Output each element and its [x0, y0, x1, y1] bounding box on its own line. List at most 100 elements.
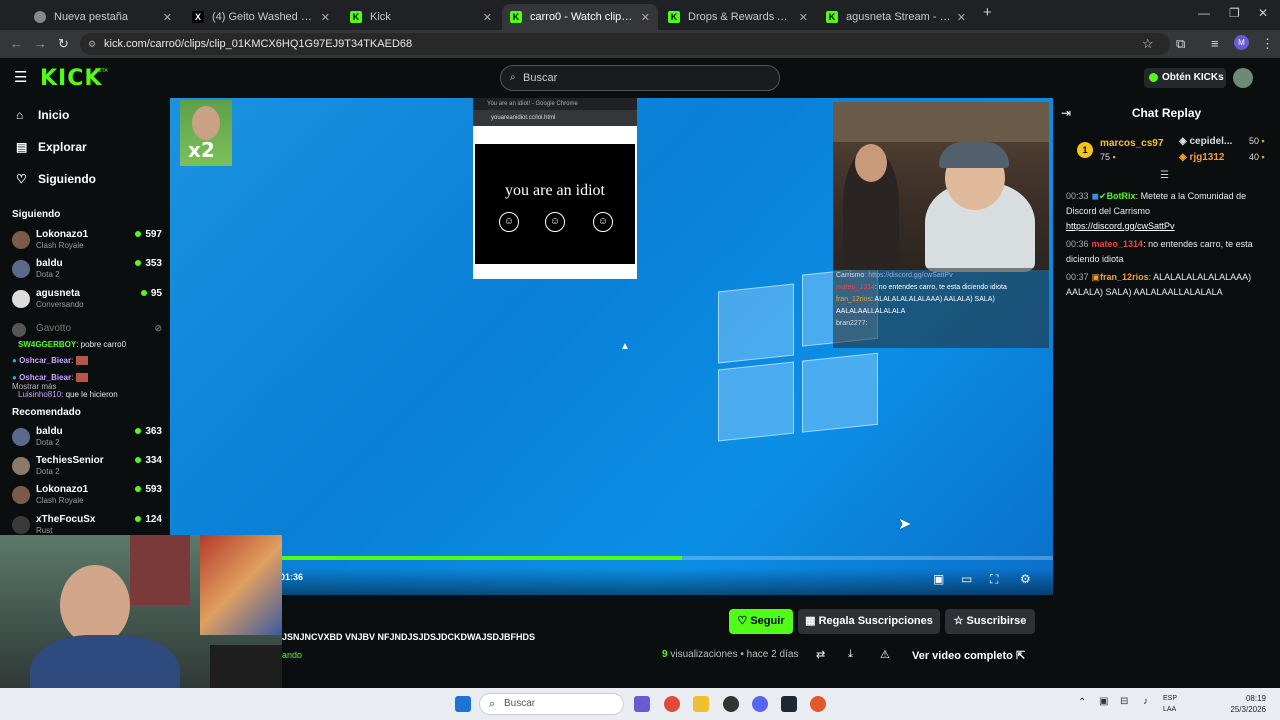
- streamer-webcam-small: x2: [180, 100, 232, 166]
- tab-agusneta[interactable]: K agusneta Stream - Watch Live on ✕: [818, 4, 974, 30]
- nav-inicio[interactable]: ⌂ Inicio: [16, 108, 69, 122]
- media-icon[interactable]: ≡: [1211, 36, 1219, 51]
- report-icon[interactable]: ⚠: [880, 648, 890, 661]
- tab-carro0-clips[interactable]: K carro0 - Watch clips on Kick ✕: [502, 4, 658, 30]
- user-avatar[interactable]: [1233, 68, 1253, 88]
- chat-user[interactable]: mateo_1314: [1092, 239, 1144, 249]
- extensions-icon[interactable]: ⧉: [1176, 36, 1185, 52]
- restore-icon[interactable]: ❐: [1229, 6, 1240, 20]
- discord-icon[interactable]: [752, 696, 768, 712]
- following-channel[interactable]: baldu Dota 2 353: [12, 258, 162, 284]
- minimize-icon[interactable]: —: [1198, 6, 1210, 20]
- tray-chevron-icon[interactable]: ⌃: [1078, 697, 1086, 708]
- site-info-icon[interactable]: ⚙: [88, 33, 96, 55]
- amount-value: 50: [1249, 136, 1260, 146]
- chat-user[interactable]: BotRix: [1107, 191, 1136, 201]
- download-icon[interactable]: ⤓: [848, 648, 853, 661]
- close-icon[interactable]: ✕: [483, 11, 492, 24]
- close-icon[interactable]: ✕: [799, 11, 808, 24]
- star-icon: ☆: [953, 615, 967, 627]
- theater-mode-icon[interactable]: ▭: [961, 572, 972, 586]
- chrome-icon[interactable]: [664, 696, 680, 712]
- app-icon[interactable]: [810, 696, 826, 712]
- taskbar-search[interactable]: ⌕ Buscar: [479, 693, 624, 715]
- top-gifter-amount: 75 ▪: [1100, 152, 1116, 162]
- chat-user[interactable]: fran_12rios: [1100, 272, 1149, 282]
- smiley-icon: ☺: [545, 212, 565, 232]
- channel-category: Rust: [36, 526, 53, 535]
- close-icon[interactable]: ✕: [641, 11, 650, 24]
- tab-kick[interactable]: K Kick ✕: [342, 4, 500, 30]
- follow-button[interactable]: ♡ Seguir: [729, 609, 793, 634]
- reload-icon[interactable]: ↻: [58, 36, 69, 52]
- nav-explorar[interactable]: ▤ Explorar: [16, 140, 87, 154]
- network-icon[interactable]: ⊟: [1120, 696, 1128, 707]
- close-icon[interactable]: ✕: [957, 11, 966, 24]
- kick-logo[interactable]: KICK: [40, 66, 102, 91]
- view-full-video-link[interactable]: Ver video completo ⇱: [912, 649, 1025, 662]
- close-icon[interactable]: ✕: [321, 11, 330, 24]
- viewer-count: 95: [140, 288, 162, 299]
- system-clock[interactable]: 08:19 25/3/2026: [1230, 693, 1266, 715]
- file-explorer-icon[interactable]: [693, 696, 709, 712]
- channel-category: Dota 2: [36, 438, 60, 447]
- top-gifter-name[interactable]: ◈ cepidel...: [1179, 136, 1232, 147]
- chat-text: : pobre carro0: [76, 340, 127, 349]
- following-channel[interactable]: agusneta Conversando 95: [12, 288, 162, 314]
- obs-icon[interactable]: [723, 696, 739, 712]
- subscribe-button[interactable]: ☆ Suscribirse: [945, 609, 1035, 634]
- forward-icon[interactable]: →: [34, 36, 47, 51]
- live-dot: [135, 260, 142, 266]
- chat-link[interactable]: https://discord.gg/cwSattPv: [1066, 221, 1175, 231]
- close-icon[interactable]: ✕: [163, 11, 172, 24]
- bookmark-star-icon[interactable]: ☆: [1142, 36, 1154, 52]
- recommended-channel[interactable]: baldu Dota 2 363: [12, 426, 162, 452]
- top-gifter-name[interactable]: marcos_cs97: [1100, 138, 1163, 149]
- search-input[interactable]: ⌕ Buscar: [500, 65, 780, 91]
- steam-icon[interactable]: [781, 696, 797, 712]
- windows-start-icon[interactable]: [455, 696, 471, 712]
- following-channel[interactable]: Lokonazo1 Clash Royale 597: [12, 229, 162, 255]
- channel-category: Clash Royale: [36, 496, 84, 505]
- video-timecode: 01:36: [280, 572, 304, 582]
- hamburger-menu-icon[interactable]: ☰: [14, 68, 27, 86]
- url-field[interactable]: ⚙ kick.com/carro0/clips/clip_01KMCX6HQ1G…: [80, 33, 1170, 55]
- video-player[interactable]: x2 You are an idiot! - Google Chrome you…: [170, 98, 1053, 595]
- tab-label: carro0 - Watch clips on Kick: [530, 11, 635, 23]
- viewer-count-value: 593: [145, 484, 162, 495]
- category-link[interactable]: ando: [282, 650, 302, 660]
- obtain-kicks-button[interactable]: Obtén KICKs: [1144, 68, 1226, 88]
- teams-icon[interactable]: [634, 696, 650, 712]
- tray-app-icon[interactable]: ▣: [1099, 696, 1108, 707]
- settings-gear-icon[interactable]: ⚙: [1020, 572, 1031, 586]
- top-gifter-name[interactable]: ◈ rjg1312: [1179, 152, 1225, 163]
- gift-icon: ▦: [805, 615, 819, 627]
- you-are-an-idiot-window: You are an idiot! - Google Chrome youare…: [473, 98, 637, 279]
- poster: [200, 535, 282, 635]
- following-channel-offline[interactable]: Gavotto ⊘: [12, 323, 162, 337]
- tab-twitter[interactable]: X (4) Geito Washed en X: "Twitter" ✕: [184, 4, 338, 30]
- fullscreen-icon[interactable]: ⛶: [990, 572, 998, 587]
- tab-new-tab[interactable]: Nueva pestaña ✕: [26, 4, 180, 30]
- recommended-channel[interactable]: TechiesSenior Dota 2 334: [12, 455, 162, 481]
- tab-drops[interactable]: K Drops & Rewards All Campaigns ✕: [660, 4, 816, 30]
- profile-avatar[interactable]: M: [1234, 35, 1249, 50]
- nav-siguiendo[interactable]: ♡ Siguiendo: [16, 172, 96, 186]
- volume-icon[interactable]: ♪: [1143, 696, 1148, 707]
- gift-subs-button[interactable]: ▦ Regala Suscripciones: [798, 609, 940, 634]
- chat-preview-line: ● Oshcar_Biear:: [12, 356, 88, 366]
- window-close-icon[interactable]: ✕: [1258, 6, 1268, 20]
- chat-text: :: [71, 373, 74, 382]
- recommended-channel[interactable]: Lokonazo1 Clash Royale 593: [12, 484, 162, 510]
- back-icon[interactable]: ←: [10, 36, 23, 51]
- menu-kebab-icon[interactable]: ⋮: [1261, 36, 1274, 52]
- beta-badge: BETA: [95, 68, 108, 74]
- share-icon[interactable]: ⇄: [816, 648, 825, 661]
- language-indicator[interactable]: ESP LAA: [1163, 693, 1177, 715]
- avatar: [12, 290, 30, 308]
- tab-label: Nueva pestaña: [54, 11, 128, 23]
- pinned-expand-icon[interactable]: ☰: [1160, 170, 1169, 181]
- video-progress-bar[interactable]: [280, 556, 1053, 560]
- new-tab-icon[interactable]: +: [983, 4, 992, 21]
- pip-icon[interactable]: ▣: [933, 572, 944, 586]
